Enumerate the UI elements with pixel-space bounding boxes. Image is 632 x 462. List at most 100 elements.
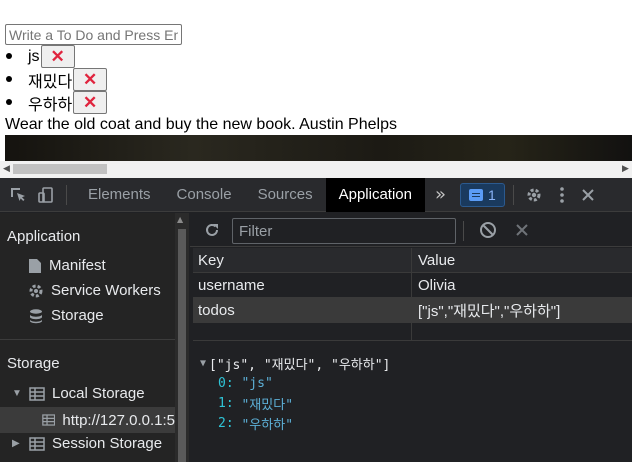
toolbar-divider bbox=[512, 184, 514, 205]
sidebar-item-origin[interactable]: http://127.0.0.1:5 bbox=[0, 407, 175, 433]
tab-console[interactable]: Console bbox=[164, 178, 245, 212]
page-horizontal-scrollbar[interactable]: ◀ ▶ bbox=[0, 161, 632, 178]
preview-item: 0: "js" bbox=[200, 373, 390, 393]
delete-todo-button[interactable]: ✕ bbox=[40, 45, 75, 68]
table-grid-icon bbox=[29, 386, 45, 401]
issues-count: 1 bbox=[488, 186, 496, 203]
storage-toolbar bbox=[190, 213, 632, 247]
sidebar-heading-storage: Storage bbox=[7, 355, 60, 372]
delete-todo-button[interactable]: ✕ bbox=[73, 68, 108, 91]
todo-text: 재밌다 bbox=[28, 73, 73, 91]
refresh-icon[interactable] bbox=[200, 218, 224, 242]
tab-sources[interactable]: Sources bbox=[245, 178, 326, 212]
column-header-value[interactable]: Value bbox=[412, 248, 632, 272]
row-key[interactable]: todos bbox=[193, 298, 412, 322]
todo-input[interactable] bbox=[5, 24, 182, 45]
toolbar-divider bbox=[66, 184, 67, 205]
preview-item: 1: "재밌다" bbox=[200, 393, 390, 413]
sidebar-item-label: Manifest bbox=[49, 257, 106, 274]
preview-summary-line[interactable]: ▼ ["js", "재밌다", "우하하"] bbox=[200, 353, 390, 373]
tab-elements[interactable]: Elements bbox=[75, 178, 164, 212]
column-header-key[interactable]: Key bbox=[193, 248, 412, 272]
inspect-element-icon[interactable] bbox=[6, 183, 30, 207]
tab-application[interactable]: Application bbox=[325, 177, 425, 212]
issues-badge[interactable]: 1 bbox=[460, 182, 505, 207]
kebab-menu-icon[interactable] bbox=[550, 183, 574, 207]
todo-item: js ✕ bbox=[0, 45, 107, 68]
preview-index: 1: bbox=[218, 395, 234, 411]
toolbar-divider bbox=[463, 221, 464, 241]
table-row[interactable]: username Olivia bbox=[193, 273, 632, 298]
file-icon bbox=[29, 258, 41, 273]
sidebar-item-storage[interactable]: Storage bbox=[28, 307, 104, 324]
preview-value: "재밌다" bbox=[241, 397, 294, 413]
delete-selected-icon[interactable] bbox=[510, 218, 534, 242]
table-grid-icon bbox=[29, 436, 45, 451]
row-key[interactable]: username bbox=[193, 273, 412, 297]
delete-todo-button[interactable]: ✕ bbox=[73, 91, 108, 114]
sidebar-item-label: http://127.0.0.1:5 bbox=[62, 411, 175, 429]
issues-icon bbox=[469, 188, 484, 201]
sidebar-item-local-storage[interactable]: ▼ Local Storage bbox=[12, 385, 145, 402]
todo-list: js ✕ 재밌다 ✕ 우하하 ✕ bbox=[0, 45, 108, 114]
sidebar-item-label: Session Storage bbox=[52, 435, 163, 452]
sidebar-heading-application: Application bbox=[7, 228, 81, 245]
close-devtools-icon[interactable] bbox=[576, 183, 600, 207]
todo-item: 재밌다 ✕ bbox=[0, 68, 108, 91]
close-icon: ✕ bbox=[83, 93, 98, 112]
scroll-up-icon[interactable]: ▲ bbox=[177, 215, 183, 224]
todo-text: js bbox=[28, 47, 40, 65]
chevron-down-icon[interactable]: ▼ bbox=[12, 388, 22, 399]
chevron-right-icon[interactable]: ▶ bbox=[12, 438, 22, 449]
scrollbar-thumb[interactable] bbox=[178, 229, 186, 462]
preview-summary: ["js", "재밌다", "우하하"] bbox=[209, 357, 391, 373]
devtools-tabbar: Elements Console Sources Application » 1 bbox=[0, 177, 632, 212]
storage-table: Key Value username Olivia todos ["js","재… bbox=[193, 248, 632, 341]
sidebar-divider bbox=[0, 339, 175, 340]
preview-index: 2: bbox=[218, 415, 234, 431]
more-tabs-icon[interactable]: » bbox=[425, 178, 456, 212]
scroll-right-icon[interactable]: ▶ bbox=[619, 161, 632, 178]
gear-icon bbox=[29, 284, 43, 297]
sidebar-scrollbar[interactable]: ▲ bbox=[175, 213, 189, 462]
filter-input[interactable] bbox=[232, 218, 456, 244]
sidebar-item-session-storage[interactable]: ▶ Session Storage bbox=[12, 435, 162, 452]
todo-text: 우하하 bbox=[28, 96, 73, 114]
gear-icon[interactable] bbox=[522, 183, 546, 207]
chevron-down-icon[interactable]: ▼ bbox=[200, 358, 206, 369]
bullet-icon bbox=[6, 53, 12, 59]
value-preview: ▼ ["js", "재밌다", "우하하"] 0: "js" 1: "재밌다" … bbox=[200, 353, 390, 433]
bullet-icon bbox=[6, 76, 12, 82]
scroll-left-icon[interactable]: ◀ bbox=[0, 161, 13, 178]
preview-item: 2: "우하하" bbox=[200, 413, 390, 433]
table-row-empty[interactable] bbox=[193, 323, 632, 341]
database-icon bbox=[30, 308, 42, 323]
row-value-empty[interactable] bbox=[412, 323, 632, 340]
sidebar-item-label: Service Workers bbox=[51, 282, 161, 299]
table-row-selected[interactable]: todos ["js","재밌다","우하하"] bbox=[193, 298, 632, 323]
application-sidebar: Application Manifest Service Workers Sto… bbox=[0, 213, 175, 462]
sidebar-item-manifest[interactable]: Manifest bbox=[28, 257, 106, 274]
bullet-icon bbox=[6, 99, 12, 105]
row-key-empty[interactable] bbox=[193, 323, 412, 340]
preview-value: "js" bbox=[241, 375, 273, 391]
background-image bbox=[5, 135, 632, 161]
table-header: Key Value bbox=[193, 248, 632, 273]
devtools-panel: Elements Console Sources Application » 1… bbox=[0, 177, 632, 462]
preview-index: 0: bbox=[218, 375, 234, 391]
close-icon: ✕ bbox=[83, 70, 98, 89]
device-toolbar-icon[interactable] bbox=[34, 183, 58, 207]
sidebar-item-service-workers[interactable]: Service Workers bbox=[28, 282, 161, 299]
quote-text: Wear the old coat and buy the new book. … bbox=[5, 116, 397, 133]
preview-value: "우하하" bbox=[241, 417, 294, 433]
todo-item: 우하하 ✕ bbox=[0, 91, 108, 114]
close-icon: ✕ bbox=[50, 47, 65, 66]
sidebar-item-label: Storage bbox=[51, 307, 104, 324]
scrollbar-thumb[interactable] bbox=[13, 164, 107, 174]
sidebar-item-label: Local Storage bbox=[52, 385, 145, 402]
storage-pane: Key Value username Olivia todos ["js","재… bbox=[190, 213, 632, 462]
row-value[interactable]: Olivia bbox=[412, 273, 632, 297]
row-value[interactable]: ["js","재밌다","우하하"] bbox=[412, 298, 632, 322]
table-grid-icon bbox=[42, 414, 56, 426]
clear-all-icon[interactable] bbox=[476, 218, 500, 242]
